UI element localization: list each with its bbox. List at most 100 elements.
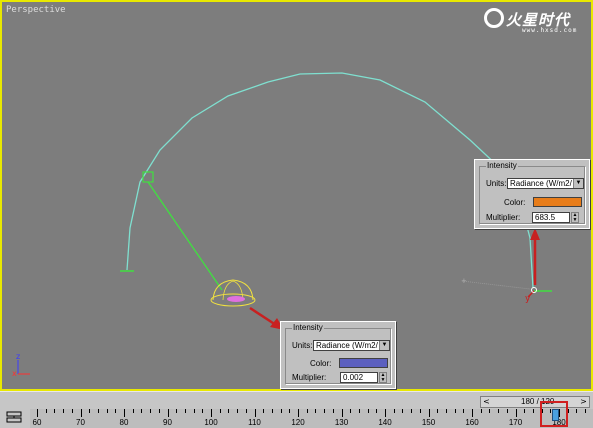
units-label: Units: [292,341,313,350]
compass-marker: + [461,277,467,285]
timeline-ruler[interactable]: 60 70 80 90 100 110 120 130 140 150 160 170 180 [30,409,593,428]
ruler-tick [402,409,404,413]
ruler-label: 60 [32,418,42,427]
chevron-left-icon[interactable]: < [482,397,491,407]
ruler-tick [45,409,47,413]
ruler-tick [54,409,56,413]
sun-target-line [147,181,223,291]
ruler-label: 130 [334,418,349,427]
ruler-tick [437,409,439,413]
sun-path-arc [126,72,534,289]
ruler-tick [124,409,125,417]
transform-gizmo [527,287,552,298]
ruler-tick [506,409,508,413]
ruler-tick [358,409,360,413]
multiplier-label: Multiplier: [292,373,327,382]
color-label: Color: [310,359,332,368]
ruler-tick [89,409,91,413]
ruler-tick [245,409,247,413]
ruler-label: 100 [204,418,218,427]
ruler-tick [306,409,308,413]
axis-x-label: x [12,369,17,378]
ruler-tick [515,409,517,417]
ruler-tick [524,409,526,413]
gizmo-y-label: y [525,294,531,304]
track-view-icon[interactable] [6,411,22,423]
ruler-tick [298,409,299,417]
compass-line [461,280,531,290]
units-value: Radiance (W/m2/ [510,179,572,188]
ruler-label: 160 [465,418,479,427]
units-value: Radiance (W/m2/ [316,341,378,350]
units-dropdown[interactable]: Radiance (W/m2/ ▼ [507,178,584,189]
time-slider[interactable]: < 180 / 120 > [480,396,590,408]
ruler-tick [97,409,99,413]
ruler-tick [115,409,117,413]
spinner-arrows-icon[interactable]: ▲ ▼ [379,372,387,383]
ruler-label: 140 [378,418,392,427]
intensity-panel-sky: Intensity Units: Radiance (W/m2/ ▼ Color… [280,321,396,389]
ruler-tick [428,409,430,417]
multiplier-value: 683.5 [535,213,556,222]
ruler-label: 170 [508,418,523,427]
ruler-tick [63,409,65,413]
current-frame-highlight [540,401,568,427]
ruler-tick [350,409,352,413]
color-swatch[interactable] [339,358,388,368]
ruler-tick [411,409,413,413]
ruler-label: 120 [291,418,305,427]
ruler-tick [445,409,447,413]
ruler-tick [280,409,282,413]
color-label: Color: [504,198,526,207]
ruler-tick [480,409,482,413]
ruler-tick [176,409,178,413]
multiplier-label: Multiplier: [486,213,521,222]
ruler-tick [271,409,273,413]
ruler-tick [332,409,334,413]
ruler-tick [141,409,143,413]
ruler-tick [532,409,534,413]
chevron-right-icon[interactable]: > [579,397,588,407]
ruler-tick [367,409,369,413]
units-label: Units: [486,179,507,188]
color-swatch[interactable] [533,197,582,207]
intensity-panel-sun: Intensity Units: Radiance (W/m2/ ▼ Color… [474,159,590,229]
ruler-tick [106,409,108,413]
ruler-tick [463,409,465,413]
units-dropdown[interactable]: Radiance (W/m2/ ▼ [313,340,390,351]
ruler-tick [237,409,239,413]
ruler-tick [419,409,421,413]
multiplier-input[interactable]: 683.5 ▲ ▼ [532,212,579,223]
ruler-tick [158,409,160,413]
ruler-tick [324,409,326,413]
sun-helper-box [142,171,154,183]
spinner-arrows-icon[interactable]: ▲ ▼ [571,212,579,223]
ruler-tick [585,409,587,413]
intensity-title: Intensity [486,161,518,170]
ruler-tick [211,409,212,417]
ruler-tick [37,409,38,417]
ruler-tick [184,409,186,413]
ruler-tick [167,409,169,417]
ruler-tick [228,409,230,413]
ruler-tick [254,409,256,417]
multiplier-value: 0.002 [343,373,364,382]
chevron-down-icon[interactable]: ▼ [573,179,583,188]
chevron-down-icon[interactable]: ▼ [379,341,389,350]
ruler-tick [132,409,134,413]
ruler-tick [498,409,500,413]
ruler-tick [71,409,73,413]
ruler-tick [385,409,386,417]
ruler-tick [150,409,152,413]
ruler-tick [263,409,265,413]
ruler-tick [489,409,491,413]
ruler-label: 150 [421,418,436,427]
ruler-tick [202,409,204,413]
ruler-label: 80 [119,418,129,427]
annotation-arrow-bottom [249,306,284,330]
timeline-bar: < 180 / 120 > 60 70 80 90 100 110 120 130 140 150… [0,391,593,428]
ruler-label: 70 [76,418,85,427]
ruler-tick [454,409,456,413]
multiplier-input[interactable]: 0.002 ▲ ▼ [340,372,387,383]
axis-z-label: z [16,352,20,361]
